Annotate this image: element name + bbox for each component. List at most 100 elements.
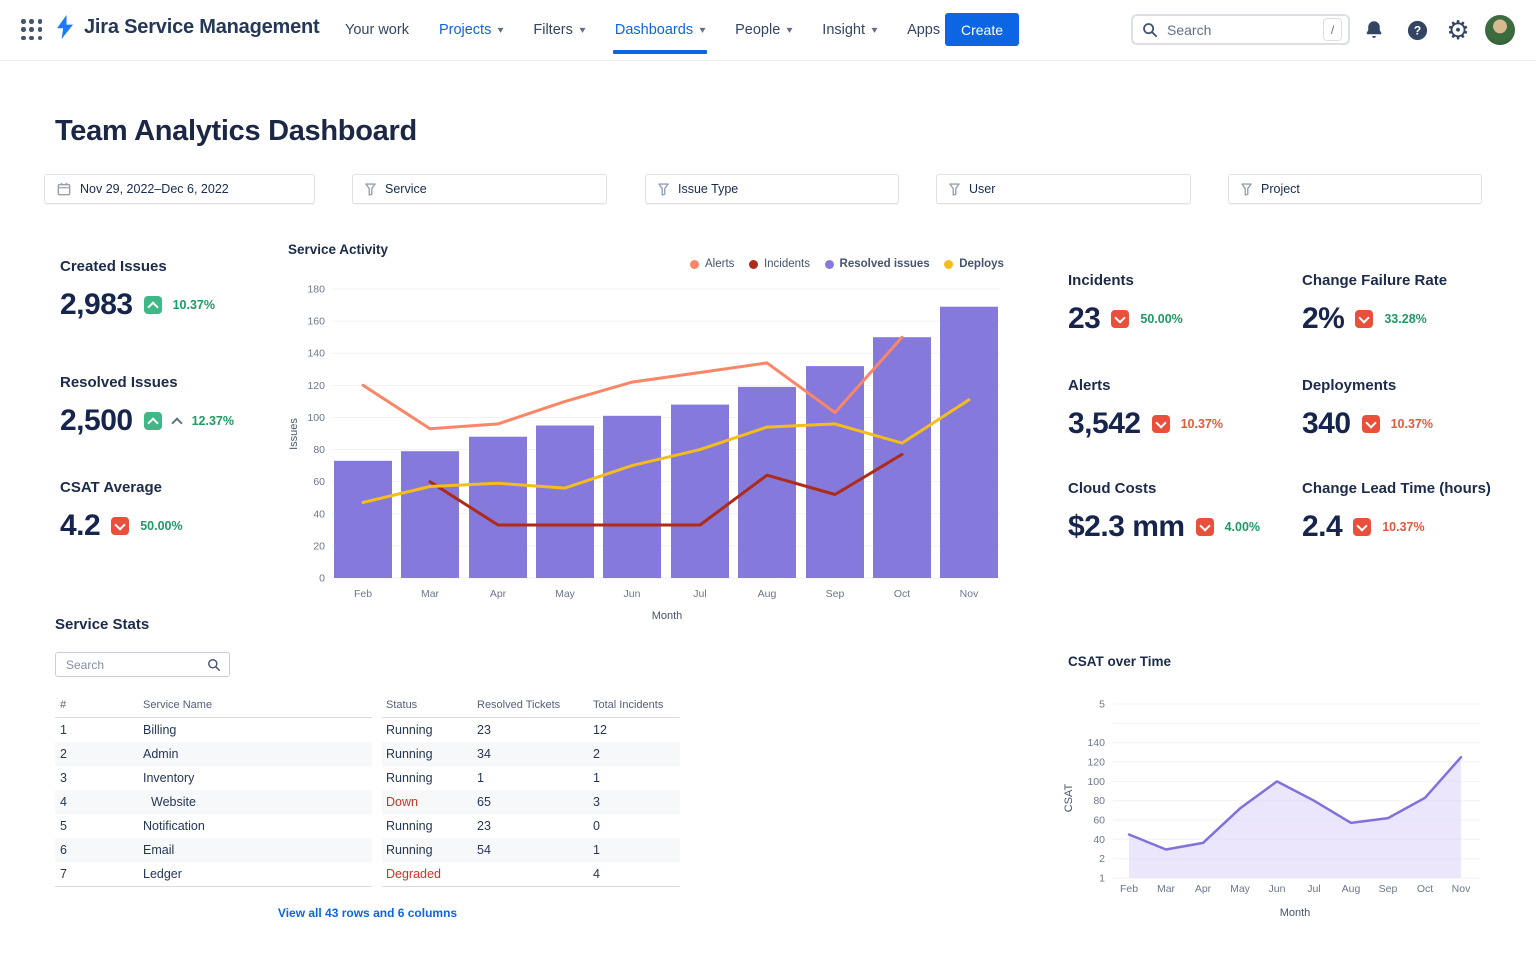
kpi-percent: 50.00% bbox=[140, 519, 182, 533]
column-header-[interactable]: # bbox=[60, 699, 66, 711]
nav-item-dashboards[interactable]: Dashboards▾ bbox=[615, 22, 705, 38]
table-header-row: # Service Name bbox=[55, 696, 372, 718]
table-row-inventory[interactable]: 3Inventory bbox=[55, 766, 372, 790]
nav-item-insight[interactable]: Insight▾ bbox=[822, 22, 877, 38]
cell-status: Running bbox=[386, 742, 433, 766]
bar-jun[interactable] bbox=[603, 416, 661, 578]
bar-oct[interactable] bbox=[873, 337, 931, 578]
table-row-website[interactable]: 4 Website bbox=[55, 790, 372, 814]
kpi-percent: 33.28% bbox=[1384, 312, 1426, 326]
kpi-label: CSAT Average bbox=[60, 479, 183, 496]
trend-down-badge-icon bbox=[1353, 518, 1371, 536]
user-avatar[interactable] bbox=[1485, 15, 1515, 45]
y-tick-label: 140 bbox=[1087, 737, 1105, 749]
kpi-alerts: Alerts3,54210.37% bbox=[1068, 377, 1223, 441]
cell-status: Running bbox=[386, 814, 433, 838]
filter-issue-type[interactable]: Issue Type bbox=[645, 174, 899, 204]
settings-gear-icon[interactable]: ⚙ bbox=[1446, 18, 1470, 42]
filter-project[interactable]: Project bbox=[1228, 174, 1482, 204]
kpi-label: Incidents bbox=[1068, 272, 1183, 289]
trend-down-badge-icon bbox=[1362, 415, 1380, 433]
table-row-email[interactable]: Running541 bbox=[382, 838, 680, 862]
cell-resolved: 34 bbox=[477, 742, 491, 766]
y-tick-label: 120 bbox=[1087, 757, 1105, 769]
kpi-label: Created Issues bbox=[60, 258, 215, 275]
app-switcher-icon[interactable] bbox=[21, 19, 43, 41]
x-tick-label: Feb bbox=[1120, 883, 1138, 895]
x-tick-label: Apr bbox=[490, 588, 507, 600]
jira-logo[interactable]: Jira Service Management bbox=[54, 15, 320, 39]
cell-total: 2 bbox=[593, 742, 600, 766]
cell-num: 4 bbox=[60, 790, 67, 814]
x-tick-label: Oct bbox=[1417, 883, 1433, 895]
column-header-resolved-tickets[interactable]: Resolved Tickets bbox=[477, 699, 560, 711]
x-axis-title: Month bbox=[1280, 907, 1311, 919]
jira-dashboard-page: { "nav": { "app_name": "Jira Service Man… bbox=[0, 0, 1536, 960]
table-search-input[interactable] bbox=[64, 657, 201, 673]
table-row-ledger[interactable]: 7Ledger bbox=[55, 862, 372, 887]
kpi-change-failure-rate: Change Failure Rate2%33.28% bbox=[1302, 272, 1447, 336]
cell-status: Running bbox=[386, 766, 433, 790]
cell-num: 3 bbox=[60, 766, 67, 790]
x-tick-label: Aug bbox=[758, 588, 777, 600]
kpi-change-lead-time-hours: Change Lead Time (hours)2.410.37% bbox=[1302, 480, 1491, 544]
bar-feb[interactable] bbox=[334, 461, 392, 578]
kpi-value: 4.2 bbox=[60, 509, 100, 543]
table-search[interactable] bbox=[55, 652, 230, 677]
create-button[interactable]: Create bbox=[945, 13, 1019, 46]
column-header-service-name[interactable]: Service Name bbox=[143, 699, 212, 711]
kpi-percent: 10.37% bbox=[173, 298, 215, 312]
y-tick-label: 5 bbox=[1099, 699, 1105, 711]
x-tick-label: Apr bbox=[1195, 883, 1212, 895]
x-tick-label: Mar bbox=[421, 588, 440, 600]
nav-item-filters[interactable]: Filters▾ bbox=[533, 22, 585, 38]
bar-apr[interactable] bbox=[469, 437, 527, 578]
y-tick-label: 1 bbox=[1099, 873, 1105, 885]
view-all-link[interactable]: View all 43 rows and 6 columns bbox=[55, 906, 680, 920]
csat-area bbox=[1129, 757, 1461, 878]
x-tick-label: Nov bbox=[1452, 883, 1471, 895]
search-input[interactable] bbox=[1165, 21, 1316, 39]
table-row-admin[interactable]: Running 34 2 bbox=[382, 742, 680, 766]
filter-nov-29-2022-dec-6-2022[interactable]: Nov 29, 2022–Dec 6, 2022 bbox=[44, 174, 315, 204]
nav-item-people[interactable]: People▾ bbox=[735, 22, 792, 38]
bar-mar[interactable] bbox=[401, 451, 459, 578]
nav-item-your-work[interactable]: Your work bbox=[345, 22, 409, 38]
column-header-status[interactable]: Status bbox=[386, 699, 417, 711]
search-icon bbox=[1142, 22, 1158, 38]
notifications-bell-icon[interactable] bbox=[1362, 18, 1386, 42]
filter-service[interactable]: Service bbox=[352, 174, 607, 204]
nav-items: Your work Projects▾ Filters▾ Dashboards▾ Peo… bbox=[345, 0, 952, 60]
bar-may[interactable] bbox=[536, 426, 594, 579]
filter-icon bbox=[949, 183, 960, 196]
table-row-inventory[interactable]: Running11 bbox=[382, 766, 680, 790]
cell-name: Admin bbox=[143, 742, 178, 766]
bar-nov[interactable] bbox=[940, 307, 998, 578]
cell-status: Running bbox=[386, 838, 433, 862]
table-row-website[interactable]: Down653 bbox=[382, 790, 680, 814]
x-tick-label: Jul bbox=[693, 588, 706, 600]
kpi-percent: 10.37% bbox=[1382, 520, 1424, 534]
cell-resolved: 23 bbox=[477, 718, 491, 742]
filter-user[interactable]: User bbox=[936, 174, 1191, 204]
table-row-admin[interactable]: 2 Admin bbox=[55, 742, 372, 766]
table-row-email[interactable]: 6Email bbox=[55, 838, 372, 862]
cell-name: Website bbox=[151, 790, 196, 814]
table-row-billing[interactable]: Running2312 bbox=[382, 718, 680, 742]
table-row-notification[interactable]: 5Notification bbox=[55, 814, 372, 838]
nav-item-projects[interactable]: Projects▾ bbox=[439, 22, 503, 38]
cell-name: Notification bbox=[143, 814, 205, 838]
global-search[interactable]: / bbox=[1131, 14, 1350, 45]
table-row-notification[interactable]: Running230 bbox=[382, 814, 680, 838]
kpi-incidents: Incidents2350.00% bbox=[1068, 272, 1183, 336]
kpi-resolved-issues: Resolved Issues2,50012.37% bbox=[60, 374, 234, 438]
y-tick-label: 0 bbox=[319, 573, 325, 585]
kpi-value: 3,542 bbox=[1068, 407, 1141, 441]
help-icon[interactable]: ? bbox=[1405, 18, 1429, 42]
cell-num: 2 bbox=[60, 742, 67, 766]
column-header-total-incidents[interactable]: Total Incidents bbox=[593, 699, 663, 711]
trend-down-badge-icon bbox=[1355, 310, 1373, 328]
bar-jul[interactable] bbox=[671, 405, 729, 578]
table-row-ledger[interactable]: Degraded4 bbox=[382, 862, 680, 887]
table-row-billing[interactable]: 1Billing bbox=[55, 718, 372, 742]
